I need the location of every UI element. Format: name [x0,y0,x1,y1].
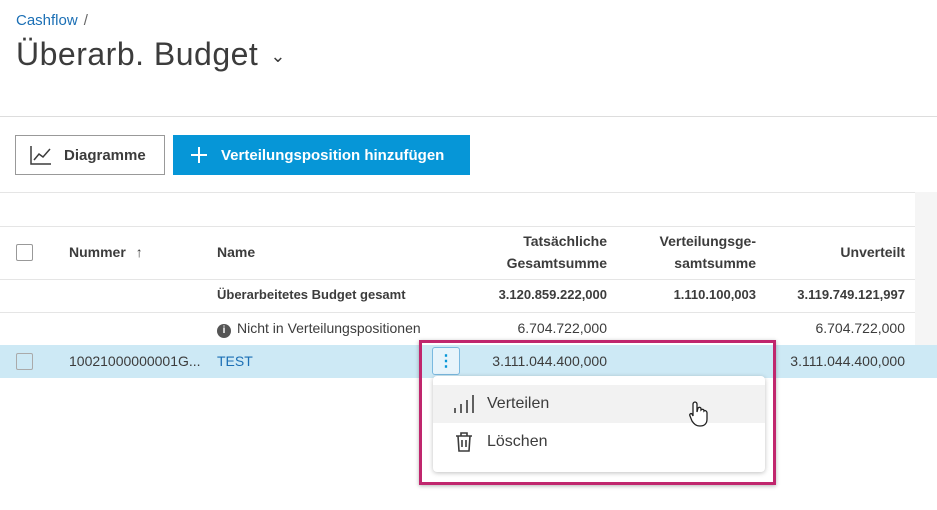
info-actual: 6.704.722,000 [517,320,607,336]
table-top-border [0,192,915,193]
row-name-link[interactable]: TEST [217,353,253,369]
page-title-text: Überarb. Budget [16,36,259,72]
total-row: Überarbeitetes Budget gesamt 3.120.859.2… [0,279,915,312]
column-header-number[interactable]: Nummer ↑ [69,241,143,263]
row-checkbox[interactable] [16,353,33,370]
column-header-name[interactable]: Name [217,241,255,263]
info-row-name: Nicht in Verteilungspositionen [237,320,421,336]
divider [0,116,937,117]
plus-icon [191,147,207,163]
total-undistributed: 3.119.749.121,997 [797,287,905,302]
charts-label: Diagramme [64,146,146,164]
add-label: Verteilungsposition hinzufügen [221,146,445,164]
total-distribution: 1.110.100,003 [673,287,756,302]
page-title[interactable]: Überarb. Budget ⌄ [16,36,286,73]
table-header-row: Nummer ↑ Name Tatsächliche Gesamtsumme Ve… [0,226,915,279]
row-number: 10021000000001G... [69,353,201,369]
total-row-name: Überarbeitetes Budget gesamt [217,287,406,302]
column-header-distribution-total[interactable]: Verteilungsge-samtsumme [660,230,756,274]
select-all-checkbox[interactable] [16,244,33,261]
info-icon[interactable]: i [217,324,231,338]
column-header-undistributed[interactable]: Unverteilt [840,241,905,263]
column-header-actual-total[interactable]: Tatsächliche Gesamtsumme [507,230,607,274]
info-undistributed: 6.704.722,000 [815,320,905,336]
add-distribution-position-button[interactable]: Verteilungsposition hinzufügen [173,135,470,175]
hand-cursor-icon [689,401,708,427]
arrow-up-icon: ↑ [135,244,143,260]
total-actual: 3.120.859.222,000 [498,287,607,302]
row-undistributed: 3.111.044.400,000 [790,353,905,369]
breadcrumb: Cashflow / [16,12,88,29]
chevron-down-icon[interactable]: ⌄ [270,46,286,66]
line-chart-icon [30,146,51,165]
info-row-label: i Nicht in Verteilungspositionen [217,320,421,338]
highlight-annotation [419,340,776,485]
breadcrumb-cashflow-link[interactable]: Cashflow [16,12,78,29]
charts-button[interactable]: Diagramme [15,135,165,175]
breadcrumb-separator: / [83,12,88,29]
